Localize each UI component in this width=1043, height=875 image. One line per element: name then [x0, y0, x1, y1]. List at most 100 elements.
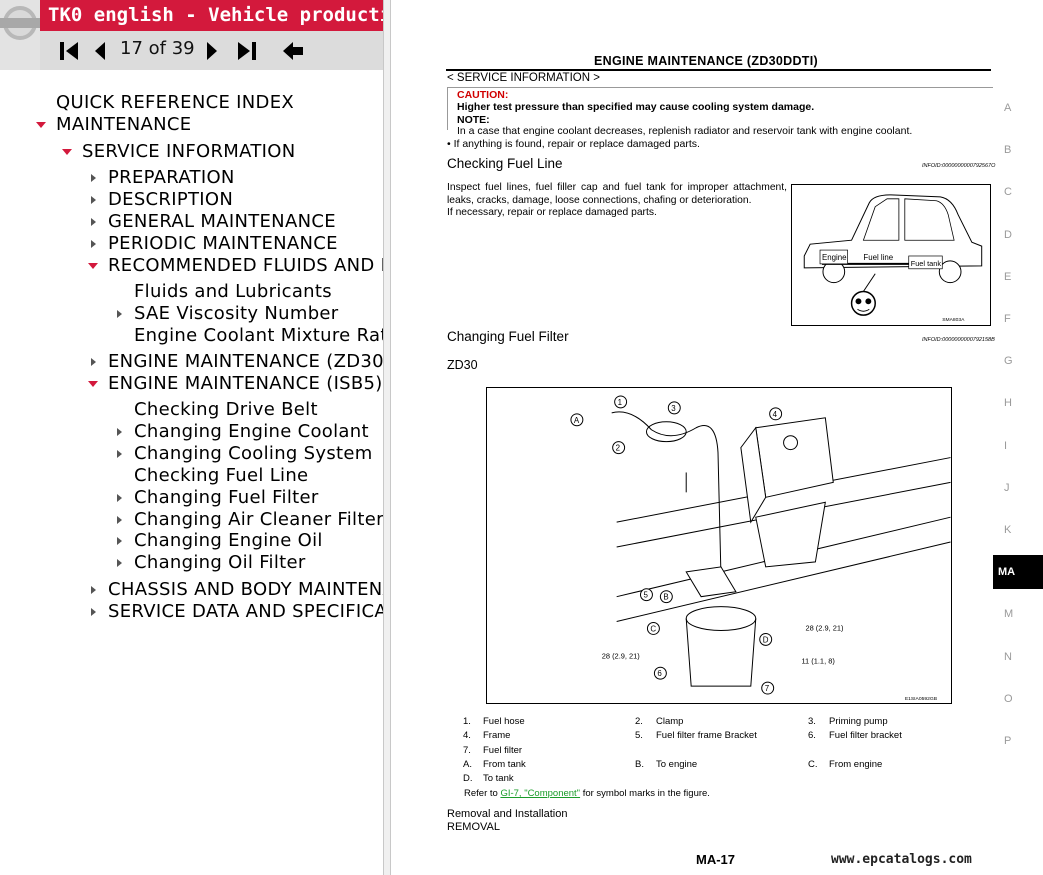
- expanded-arrow-icon[interactable]: [88, 261, 98, 271]
- collapsed-arrow-icon[interactable]: [88, 217, 98, 227]
- section-index-item[interactable]: F: [993, 302, 1043, 336]
- collapsed-arrow-icon[interactable]: [88, 239, 98, 249]
- expanded-arrow-icon[interactable]: [36, 120, 46, 130]
- document-page: ENGINE MAINTENANCE (ZD30DDTI) < SERVICE …: [391, 0, 1043, 875]
- legend-key: D.: [463, 773, 473, 784]
- section-index-item[interactable]: A: [993, 91, 1043, 125]
- pane-splitter[interactable]: [383, 0, 391, 875]
- toc-item[interactable]: DESCRIPTION: [0, 189, 383, 211]
- toc-item-label: RECOMMENDED FLUIDS AND LUBRICANTS: [108, 255, 383, 276]
- collapsed-arrow-icon[interactable]: [114, 558, 124, 568]
- toc-item[interactable]: SAE Viscosity Number: [0, 303, 383, 325]
- legend-key: 7.: [463, 745, 471, 756]
- section-index-item[interactable]: I: [993, 429, 1043, 463]
- back-icon[interactable]: [281, 40, 305, 62]
- page-header: ENGINE MAINTENANCE (ZD30DDTI): [594, 54, 818, 68]
- toc-item[interactable]: Changing Engine Coolant: [0, 421, 383, 443]
- caution-text: Higher test pressure than specified may …: [457, 101, 815, 113]
- toc-item-label: Changing Fuel Filter: [134, 487, 319, 508]
- collapsed-arrow-icon[interactable]: [114, 515, 124, 525]
- collapsed-arrow-icon[interactable]: [88, 195, 98, 205]
- callout-1: 1: [618, 398, 623, 407]
- toc-item-label: ENGINE MAINTENANCE (ZD30DDTI): [108, 351, 383, 372]
- toc-item[interactable]: Changing Engine Oil: [0, 530, 383, 552]
- section-index-item[interactable]: J: [993, 471, 1043, 505]
- toc-item-label: GENERAL MAINTENANCE: [108, 211, 336, 232]
- collapsed-arrow-icon[interactable]: [88, 585, 98, 595]
- info-code: INFOID:0000000000792567O: [922, 163, 996, 169]
- page-number: MA-17: [696, 852, 736, 867]
- collapsed-arrow-icon[interactable]: [114, 427, 124, 437]
- toc-item[interactable]: Changing Cooling System: [0, 443, 383, 465]
- next-page-icon[interactable]: [204, 40, 220, 62]
- section-index-item[interactable]: P: [993, 724, 1043, 758]
- toc-item[interactable]: SERVICE INFORMATION: [0, 141, 383, 163]
- section-index-item[interactable]: G: [993, 344, 1043, 378]
- section-body: Inspect fuel lines, fuel filler cap and …: [447, 182, 787, 220]
- first-page-icon[interactable]: [58, 40, 80, 62]
- toc-item[interactable]: PERIODIC MAINTENANCE: [0, 233, 383, 255]
- section-index-item[interactable]: C: [993, 175, 1043, 209]
- section-index-item[interactable]: H: [993, 386, 1043, 420]
- expanded-arrow-icon[interactable]: [62, 147, 72, 157]
- torque-label-1: 28 (2.9, 21): [805, 623, 844, 632]
- section-index-item[interactable]: M: [993, 597, 1043, 631]
- info-code: INFOID:0000000000792158B: [922, 337, 995, 343]
- toc-item[interactable]: ENGINE MAINTENANCE (ZD30DDTI): [0, 351, 383, 373]
- toc-item[interactable]: Changing Air Cleaner Filter: [0, 509, 383, 531]
- torque-label-2: 28 (2.9, 21): [602, 651, 641, 660]
- figure-code: SMA803A: [942, 317, 965, 323]
- collapsed-arrow-icon[interactable]: [88, 173, 98, 183]
- toc-item-label: MAINTENANCE: [56, 114, 192, 135]
- toc-item-label: Changing Cooling System: [134, 443, 373, 464]
- legend-label: Fuel filter frame Bracket: [656, 730, 757, 741]
- section-index-item[interactable]: N: [993, 640, 1043, 674]
- toc-item[interactable]: ENGINE MAINTENANCE (ISB5): [0, 373, 383, 395]
- expanded-arrow-icon[interactable]: [88, 379, 98, 389]
- toc-item-label: DESCRIPTION: [108, 189, 234, 210]
- section-index-item[interactable]: K: [993, 513, 1043, 547]
- toc-item[interactable]: Fluids and Lubricants: [0, 281, 383, 303]
- toc-item[interactable]: GENERAL MAINTENANCE: [0, 211, 383, 233]
- callout-a: A: [574, 416, 580, 425]
- legend-key: 4.: [463, 730, 471, 741]
- toc-item-label: Changing Engine Oil: [134, 530, 323, 551]
- section-index-item[interactable]: D: [993, 218, 1043, 252]
- toc-item[interactable]: QUICK REFERENCE INDEX: [0, 92, 383, 114]
- legend-label: From tank: [483, 759, 526, 770]
- collapsed-arrow-icon[interactable]: [114, 536, 124, 546]
- section-index-item[interactable]: MA: [993, 555, 1043, 590]
- collapsed-arrow-icon[interactable]: [88, 357, 98, 367]
- window-title: TK0 english - Vehicle production: 2004-2…: [48, 4, 383, 26]
- toc-item[interactable]: PREPARATION: [0, 167, 383, 189]
- legend-key: 5.: [635, 730, 643, 741]
- toc-item[interactable]: MAINTENANCE: [0, 114, 383, 136]
- collapsed-arrow-icon[interactable]: [114, 449, 124, 459]
- legend-label: From engine: [829, 759, 883, 770]
- section-index-item[interactable]: O: [993, 682, 1043, 716]
- toc-item[interactable]: Changing Oil Filter: [0, 552, 383, 574]
- toc-item[interactable]: Checking Fuel Line: [0, 465, 383, 487]
- toc-item[interactable]: CHASSIS AND BODY MAINTENANCE: [0, 579, 383, 601]
- last-page-icon[interactable]: [236, 40, 260, 62]
- toc-item-label: ENGINE MAINTENANCE (ISB5): [108, 373, 383, 394]
- collapsed-arrow-icon[interactable]: [114, 493, 124, 503]
- collapsed-arrow-icon[interactable]: [114, 309, 124, 319]
- toc-item-label: Changing Engine Coolant: [134, 421, 369, 442]
- section-title-checking-fuel-line: Checking Fuel Line: [447, 156, 563, 171]
- toc-item[interactable]: Checking Drive Belt: [0, 399, 383, 421]
- callout-5: 5: [643, 591, 648, 600]
- callout-d: D: [763, 635, 769, 644]
- callout-c: C: [650, 624, 656, 633]
- section-index-item[interactable]: E: [993, 260, 1043, 294]
- toc-item[interactable]: Changing Fuel Filter: [0, 487, 383, 509]
- toc-item[interactable]: SERVICE DATA AND SPECIFICATIONS: [0, 601, 383, 623]
- toc-item[interactable]: Engine Coolant Mixture Ratio: [0, 325, 383, 347]
- component-link[interactable]: GI-7, "Component": [500, 788, 580, 799]
- section-title-changing-fuel-filter: Changing Fuel Filter: [447, 329, 569, 344]
- prev-page-icon[interactable]: [92, 40, 108, 62]
- section-index-item[interactable]: B: [993, 133, 1043, 167]
- toc-item[interactable]: RECOMMENDED FLUIDS AND LUBRICANTS: [0, 255, 383, 277]
- collapsed-arrow-icon[interactable]: [88, 607, 98, 617]
- callout-6: 6: [657, 669, 662, 678]
